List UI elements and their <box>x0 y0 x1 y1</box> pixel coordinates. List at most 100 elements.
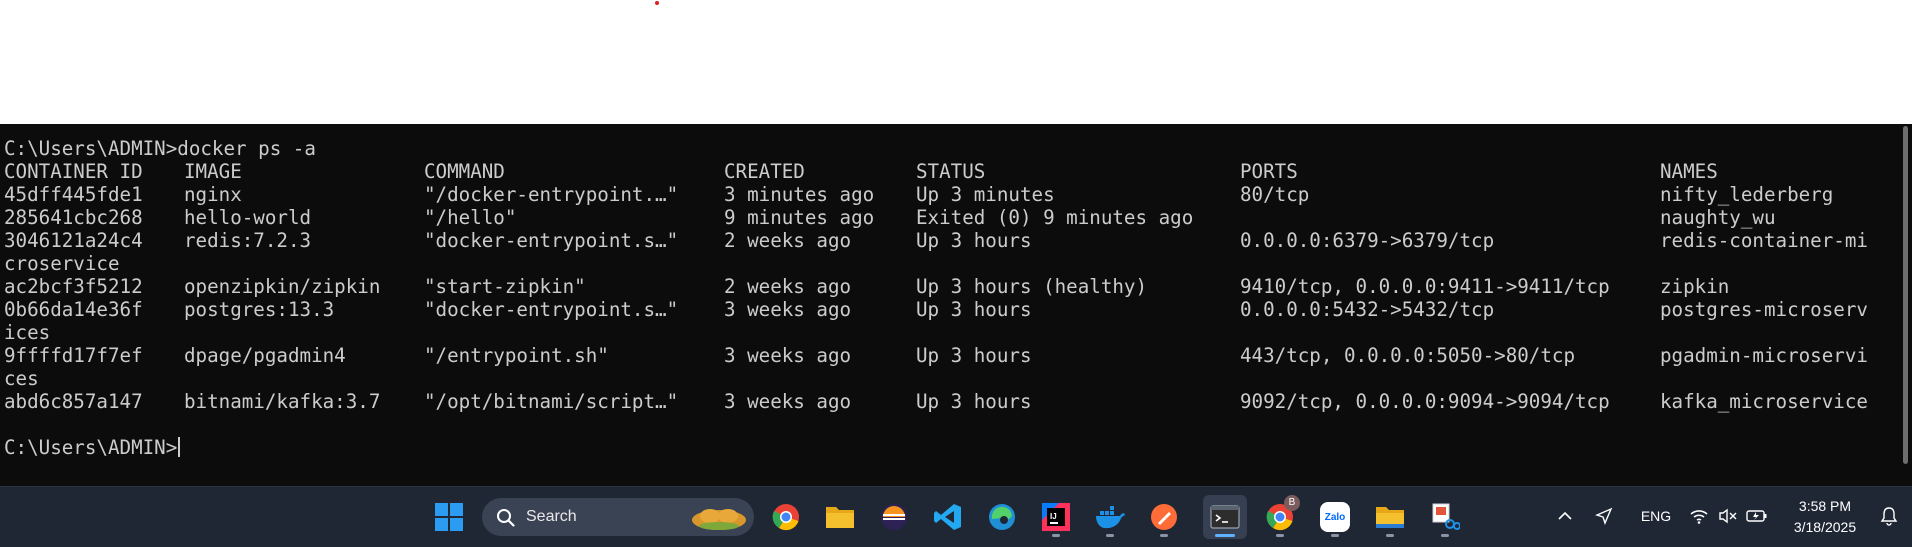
container-status: Up 3 hours <box>916 390 1032 413</box>
container-id: 45dff445fde1 <box>4 183 143 206</box>
search-icon <box>497 509 515 527</box>
file-explorer-2-icon <box>1376 507 1404 528</box>
table-row: 3046121a24c4 redis:7.2.3 "docker-entrypo… <box>4 229 1894 252</box>
container-created: 3 weeks ago <box>724 390 852 413</box>
location-tray-button[interactable] <box>1592 503 1616 529</box>
running-indicator <box>1106 534 1114 537</box>
notifications-button[interactable] <box>1876 503 1902 529</box>
zalo-icon: Zalo <box>1320 502 1350 532</box>
start-button[interactable] <box>427 495 471 539</box>
container-image: postgres:13.3 <box>184 298 335 321</box>
snipping-tool-icon <box>1432 503 1460 530</box>
container-image: redis:7.2.3 <box>184 229 312 252</box>
search-placeholder: Search <box>526 508 577 525</box>
text-cursor <box>178 437 181 457</box>
table-row: ac2bcf3f5212 openzipkin/zipkin "start-zi… <box>4 275 1894 298</box>
table-row: 9ffffd17f7ef dpage/pgadmin4 "/entrypoint… <box>4 344 1894 367</box>
taskbar-postman[interactable] <box>1142 495 1186 539</box>
container-status: Up 3 hours (healthy) <box>916 275 1148 298</box>
taskbar-terminal[interactable] <box>1203 495 1247 539</box>
container-ports: 443/tcp, 0.0.0.0:5050->80/tcp <box>1240 344 1576 367</box>
container-created: 2 weeks ago <box>724 229 852 252</box>
container-ports: 9092/tcp, 0.0.0.0:9094->9094/tcp <box>1240 390 1610 413</box>
running-indicator <box>1052 534 1060 537</box>
container-name: nifty_lederberg <box>1660 183 1834 206</box>
container-name: pgadmin-microservi <box>1660 344 1868 367</box>
vscode-icon <box>934 504 961 530</box>
header-names: NAMES <box>1660 160 1718 183</box>
terminal-window[interactable]: C:\Users\ADMIN>docker ps -a CONTAINER ID… <box>0 124 1912 486</box>
taskbar: Search IJ B Zalo ENG 3:58 PM 3/18/2025 <box>0 486 1912 547</box>
header-status: STATUS <box>916 160 986 183</box>
container-id: 0b66da14e36f <box>4 298 143 321</box>
container-created: 3 minutes ago <box>724 183 875 206</box>
taskbar-file-explorer[interactable] <box>818 495 862 539</box>
container-image: openzipkin/zipkin <box>184 275 381 298</box>
running-indicator <box>1160 534 1168 537</box>
container-command: "docker-entrypoint.s…" <box>424 229 679 252</box>
container-command: "/docker-entrypoint.…" <box>424 183 679 206</box>
container-status: Up 3 hours <box>916 229 1032 252</box>
wrapped-name-continuation: ices <box>4 321 51 344</box>
taskbar-edge[interactable] <box>980 495 1024 539</box>
container-id: ac2bcf3f5212 <box>4 275 143 298</box>
system-clock[interactable]: 3:58 PM 3/18/2025 <box>1770 496 1880 538</box>
table-row: abd6c857a147 bitnami/kafka:3.7 "/opt/bit… <box>4 390 1894 413</box>
taskbar-docker[interactable] <box>1088 495 1132 539</box>
container-status: Up 3 hours <box>916 344 1032 367</box>
file-explorer-icon <box>826 507 854 528</box>
container-name: postgres-microserv <box>1660 298 1868 321</box>
container-status: Up 3 minutes <box>916 183 1055 206</box>
taskbar-search-box[interactable]: Search <box>482 498 754 536</box>
container-command: "docker-entrypoint.s…" <box>424 298 679 321</box>
clock-date: 3/18/2025 <box>1793 519 1857 535</box>
docker-icon <box>1096 506 1125 529</box>
volume-muted-icon <box>1719 508 1737 524</box>
container-command: "start-zipkin" <box>424 275 586 298</box>
wrapped-name-continuation: croservice <box>4 252 120 275</box>
wifi-icon <box>1690 510 1708 524</box>
taskbar-snipping-tool[interactable] <box>1423 495 1467 539</box>
clock-time: 3:58 PM <box>1798 498 1852 514</box>
container-command: "/opt/bitnami/script…" <box>424 390 679 413</box>
container-command: "/hello" <box>424 206 517 229</box>
active-indicator <box>1215 534 1235 537</box>
volume-tray-button[interactable] <box>1715 503 1741 529</box>
table-header-row: CONTAINER ID IMAGE COMMAND CREATED STATU… <box>4 160 1894 183</box>
container-image: dpage/pgadmin4 <box>184 344 346 367</box>
intellij-icon: IJ <box>1042 503 1070 531</box>
battery-tray-button[interactable] <box>1744 503 1770 529</box>
taskbar-file-explorer-2[interactable] <box>1368 495 1412 539</box>
svg-text:IJ: IJ <box>1050 512 1057 521</box>
chevron-up-icon <box>1558 511 1572 520</box>
header-ports: PORTS <box>1240 160 1298 183</box>
postman-icon <box>1151 504 1177 530</box>
taskbar-intellij[interactable]: IJ <box>1034 495 1078 539</box>
language-indicator[interactable]: ENG <box>1636 503 1676 529</box>
windows-start-icon <box>435 503 463 531</box>
container-created: 3 weeks ago <box>724 298 852 321</box>
container-created: 2 weeks ago <box>724 275 852 298</box>
taskbar-chrome-profile[interactable]: B <box>1258 495 1302 539</box>
terminal-scrollbar[interactable] <box>1903 126 1908 464</box>
header-container-id: CONTAINER ID <box>4 160 143 183</box>
container-created: 3 weeks ago <box>724 344 852 367</box>
taskbar-eclipse[interactable] <box>872 495 916 539</box>
table-row: 285641cbc268 hello-world "/hello" 9 minu… <box>4 206 1894 229</box>
desktop-background-area <box>0 0 1912 124</box>
taskbar-zalo[interactable]: Zalo <box>1313 495 1357 539</box>
container-image: nginx <box>184 183 242 206</box>
container-created: 9 minutes ago <box>724 206 875 229</box>
wifi-tray-button[interactable] <box>1686 503 1712 529</box>
container-status: Exited (0) 9 minutes ago <box>916 206 1194 229</box>
running-indicator <box>1441 534 1449 537</box>
show-hidden-icons-button[interactable] <box>1553 503 1577 529</box>
container-ports: 9410/tcp, 0.0.0.0:9411->9411/tcp <box>1240 275 1610 298</box>
container-ports: 0.0.0.0:6379->6379/tcp <box>1240 229 1495 252</box>
container-ports: 80/tcp <box>1240 183 1310 206</box>
wrapped-name-continuation: ces <box>4 367 39 390</box>
taskbar-chrome[interactable] <box>764 495 808 539</box>
container-name: naughty_wu <box>1660 206 1776 229</box>
prompt-line[interactable]: C:\Users\ADMIN> <box>4 436 181 459</box>
taskbar-vscode[interactable] <box>926 495 970 539</box>
